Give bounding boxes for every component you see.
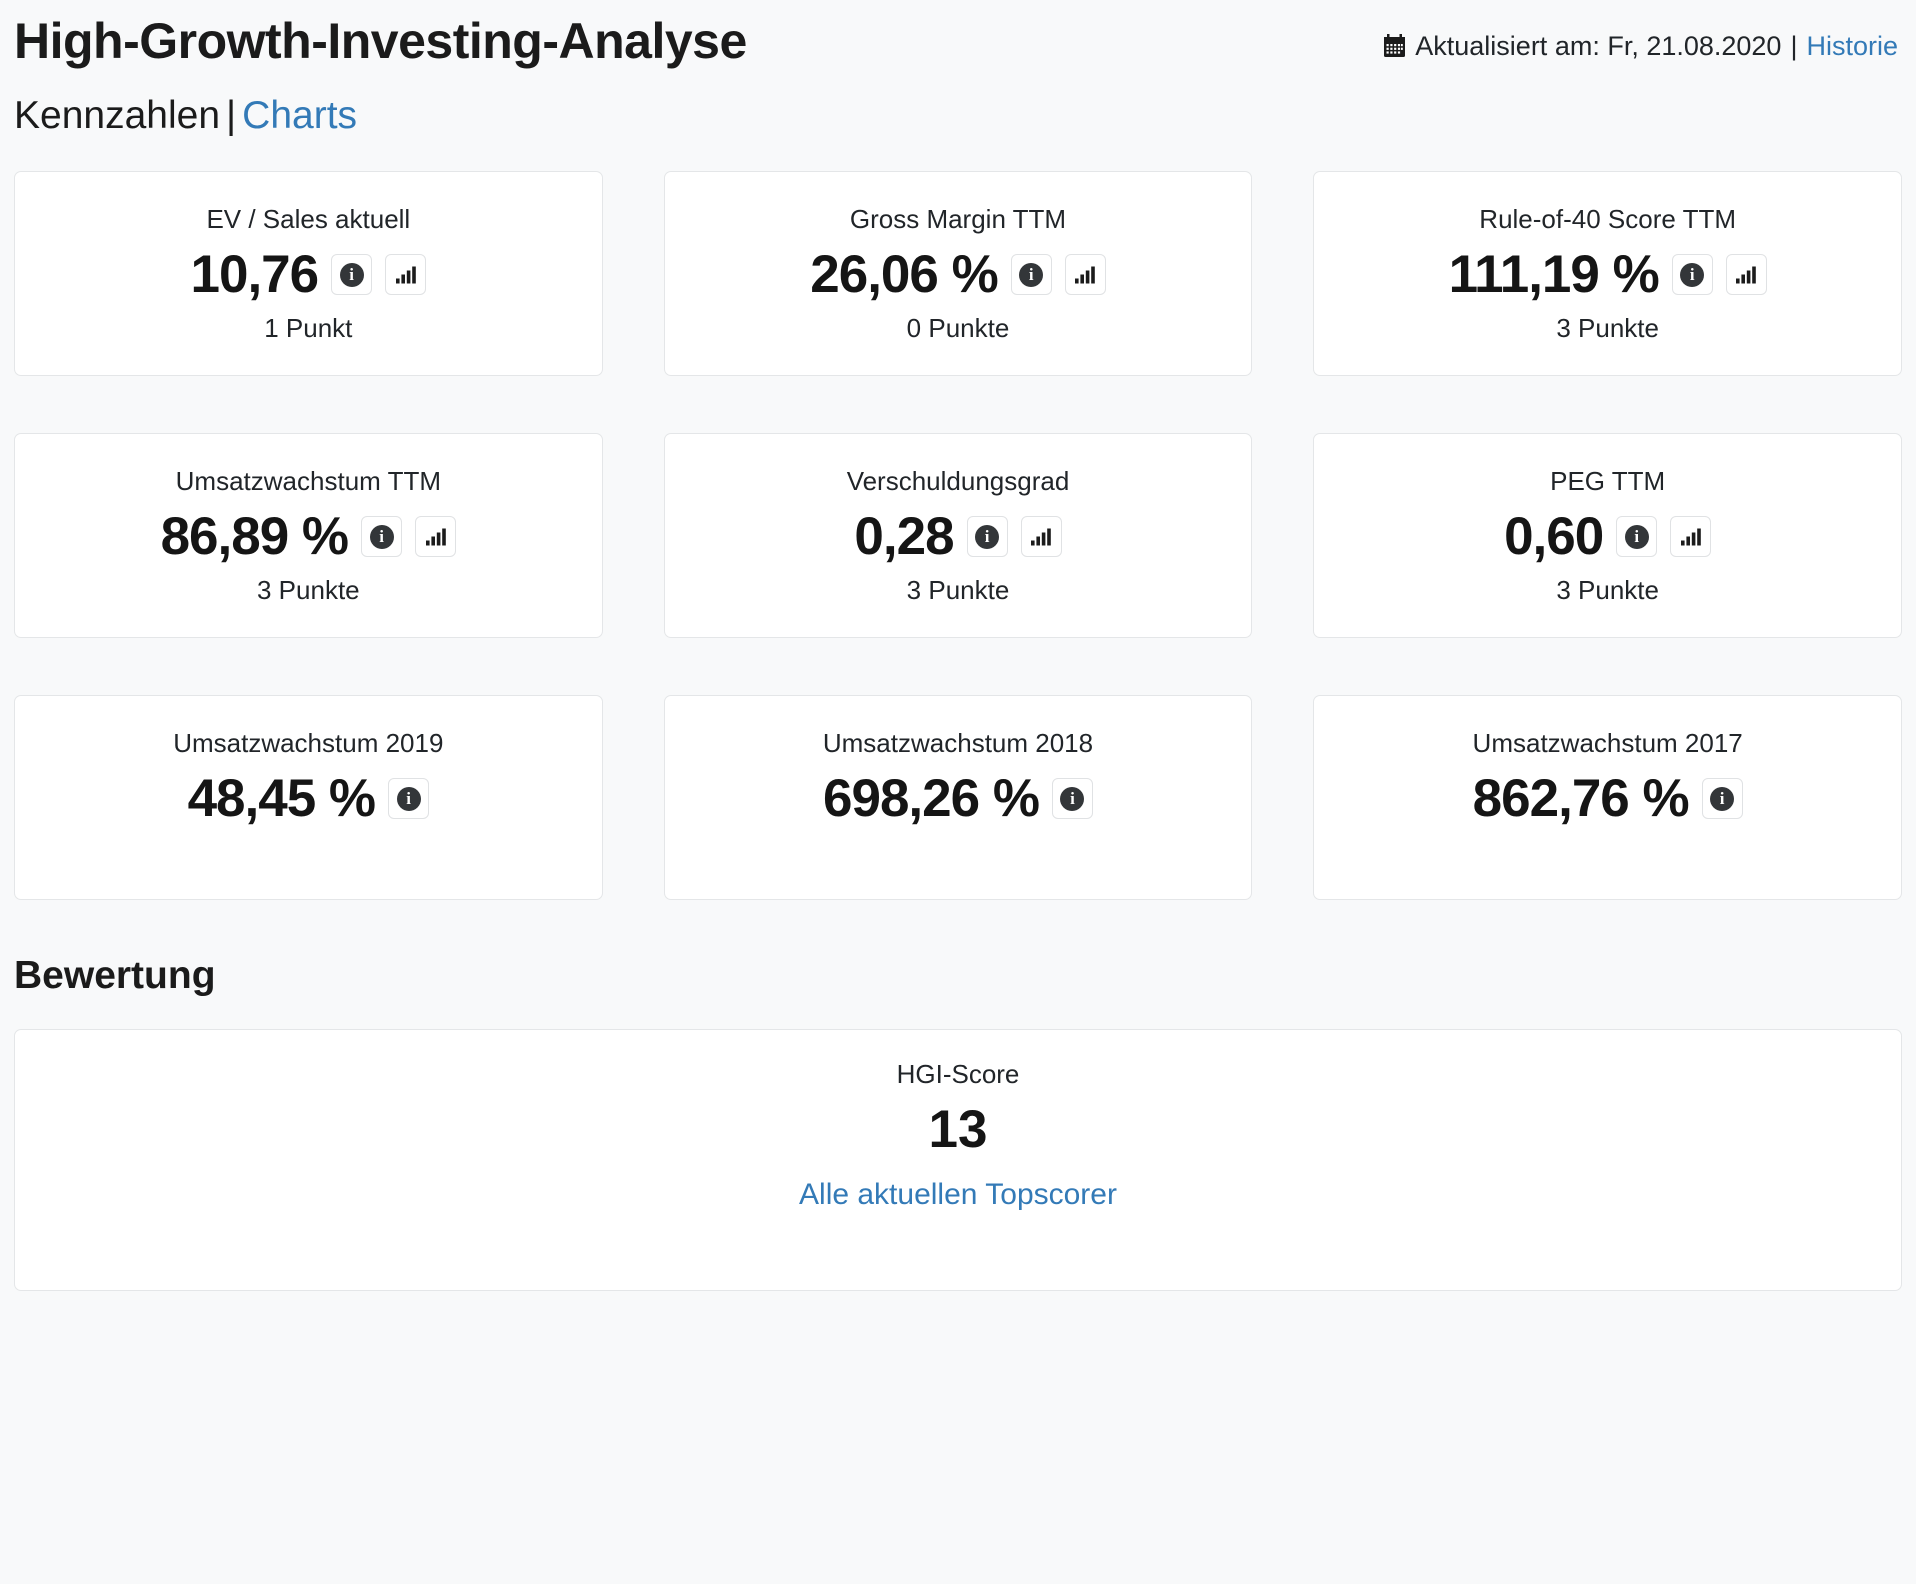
metric-value-row: 26,06 % i bbox=[810, 245, 1106, 305]
subnav-item-charts[interactable]: Charts bbox=[242, 94, 357, 137]
chart-icon-button[interactable] bbox=[1020, 516, 1062, 558]
calendar-icon bbox=[1383, 34, 1406, 58]
hgi-score-label: HGI-Score bbox=[896, 1058, 1020, 1089]
metric-value: 0,60 bbox=[1504, 507, 1604, 567]
metric-value: 111,19 % bbox=[1448, 245, 1660, 305]
chart-icon-button[interactable] bbox=[1725, 254, 1767, 296]
metric-title: Umsatzwachstum 2018 bbox=[822, 727, 1094, 758]
metric-title: Umsatzwachstum 2019 bbox=[173, 727, 444, 758]
info-icon-button[interactable]: i bbox=[1701, 778, 1743, 820]
hgi-score-value: 13 bbox=[928, 1099, 988, 1159]
metric-title: Rule-of-40 Score TTM bbox=[1479, 203, 1737, 234]
metric-title: Verschuldungsgrad bbox=[846, 465, 1070, 496]
info-icon: i bbox=[975, 524, 1000, 549]
section-title-bewertung: Bewertung bbox=[14, 953, 216, 997]
bar-chart-icon bbox=[1680, 528, 1701, 546]
metric-value-row: 10,76 i bbox=[191, 248, 427, 301]
info-icon: i bbox=[396, 786, 421, 811]
info-icon-button[interactable]: i bbox=[1616, 516, 1658, 558]
bar-chart-icon bbox=[1075, 266, 1096, 284]
subnav: Kennzahlen | Charts bbox=[14, 94, 1902, 138]
last-updated-block: Aktualisiert am: Fr, 21.08.2020 | Histor… bbox=[1383, 31, 1902, 62]
chart-icon-button[interactable] bbox=[415, 516, 457, 558]
metric-value: 10,76 bbox=[190, 245, 320, 305]
metric-value-row: 111,19 % i bbox=[1449, 248, 1767, 301]
metric-points: 3 Punkte bbox=[1556, 313, 1659, 344]
info-icon: i bbox=[369, 524, 394, 549]
info-icon-button[interactable]: i bbox=[361, 516, 403, 558]
analysis-page: High-Growth-Investing-Analyse Aktualisie… bbox=[0, 0, 1916, 1584]
topscorer-link[interactable]: Alle aktuellen Topscorer bbox=[799, 1178, 1117, 1212]
metric-value: 698,26 % bbox=[823, 769, 1040, 829]
info-icon-button[interactable]: i bbox=[1051, 778, 1093, 820]
bar-chart-icon bbox=[1736, 266, 1757, 284]
info-icon: i bbox=[1710, 786, 1735, 811]
chart-icon-button[interactable] bbox=[385, 254, 427, 296]
info-icon-button[interactable]: i bbox=[966, 516, 1008, 558]
metric-points: 0 Punkte bbox=[906, 313, 1010, 344]
info-icon-button[interactable]: i bbox=[1010, 254, 1052, 296]
info-icon: i bbox=[1680, 262, 1705, 287]
metrics-grid: EV / Sales aktuell 10,76 i 1 Punkt Gross… bbox=[14, 170, 1902, 900]
info-icon: i bbox=[1060, 786, 1085, 811]
chart-icon-button[interactable] bbox=[1064, 254, 1106, 296]
subnav-item-kennzahlen[interactable]: Kennzahlen bbox=[14, 94, 220, 137]
metric-card-1: EV / Sales aktuell 10,76 i 1 Punkt bbox=[14, 170, 603, 376]
metric-value: 862,76 % bbox=[1472, 769, 1690, 829]
metric-value-row: 48,45 % i bbox=[187, 769, 430, 829]
metric-card-3: Rule-of-40 Score TTM 111,19 % i 3 Punkte bbox=[1313, 170, 1902, 376]
metric-points: 3 Punkte bbox=[257, 575, 360, 606]
metric-card-2: Gross Margin TTM 26,06 % i 0 Punkte bbox=[663, 170, 1253, 376]
subnav-divider: | bbox=[226, 94, 237, 137]
metric-value: 26,06 % bbox=[810, 245, 998, 305]
bar-chart-icon bbox=[395, 266, 416, 284]
metric-value-row: 862,76 % i bbox=[1473, 772, 1743, 825]
metric-points: 1 Punkt bbox=[264, 313, 353, 344]
metric-value: 48,45 % bbox=[187, 769, 376, 829]
metric-points: 3 Punkte bbox=[906, 575, 1010, 606]
metric-value-row: 0,28 i bbox=[854, 507, 1062, 567]
page-title: High-Growth-Investing-Analyse bbox=[14, 13, 747, 69]
chart-icon-button[interactable] bbox=[1670, 516, 1712, 558]
info-icon: i bbox=[1624, 524, 1649, 549]
info-icon: i bbox=[339, 262, 364, 287]
hgi-score-card: HGI-Score 13 Alle aktuellen Topscorer bbox=[14, 1028, 1902, 1291]
metric-card-7: Umsatzwachstum 2019 48,45 % i bbox=[14, 694, 603, 900]
last-updated-text: Aktualisiert am: Fr, 21.08.2020 bbox=[1415, 30, 1782, 61]
metric-value-row: 698,26 % i bbox=[823, 772, 1093, 825]
metric-value: 86,89 % bbox=[160, 507, 349, 567]
metric-value-row: 86,89 % i bbox=[160, 507, 457, 567]
page-header: High-Growth-Investing-Analyse Aktualisie… bbox=[14, 0, 1902, 69]
metric-title: Gross Margin TTM bbox=[849, 203, 1067, 234]
metric-card-8: Umsatzwachstum 2018 698,26 % i bbox=[663, 694, 1253, 900]
metric-card-5: Verschuldungsgrad 0,28 i 3 Punkte bbox=[663, 432, 1253, 638]
header-separator: | bbox=[1790, 30, 1798, 61]
bar-chart-icon bbox=[1031, 528, 1051, 546]
metric-card-9: Umsatzwachstum 2017 862,76 % i bbox=[1313, 694, 1902, 900]
metric-title: Umsatzwachstum TTM bbox=[175, 465, 441, 496]
info-icon-button[interactable]: i bbox=[331, 254, 373, 296]
info-icon: i bbox=[1019, 262, 1044, 287]
info-icon-button[interactable]: i bbox=[1671, 254, 1713, 296]
metric-title: Umsatzwachstum 2017 bbox=[1472, 727, 1743, 758]
metric-value: 0,28 bbox=[854, 507, 954, 567]
history-link[interactable]: Historie bbox=[1806, 31, 1898, 62]
metric-card-6: PEG TTM 0,60 i 3 Punkte bbox=[1313, 432, 1902, 638]
metric-points: 3 Punkte bbox=[1556, 575, 1659, 606]
metric-title: PEG TTM bbox=[1550, 465, 1666, 496]
info-icon-button[interactable]: i bbox=[388, 778, 430, 820]
metric-title: EV / Sales aktuell bbox=[206, 203, 411, 234]
bar-chart-icon bbox=[425, 528, 446, 546]
metric-value-row: 0,60 i bbox=[1504, 507, 1712, 567]
metric-card-4: Umsatzwachstum TTM 86,89 % i 3 Punkte bbox=[14, 432, 603, 638]
